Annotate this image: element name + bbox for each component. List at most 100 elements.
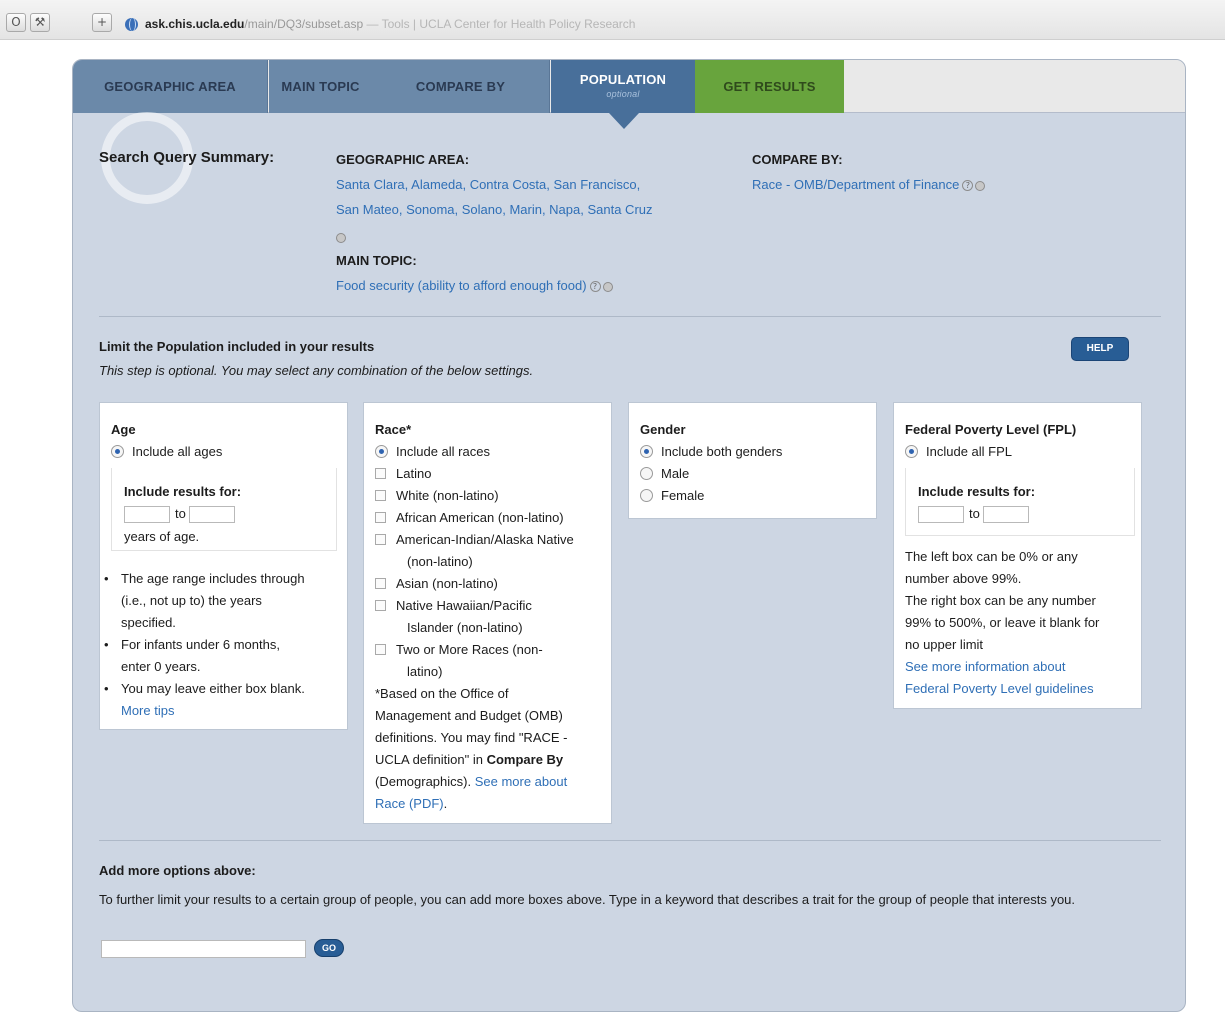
gender-both-option[interactable]: Include both genders: [640, 444, 782, 459]
help-button[interactable]: HELP: [1071, 337, 1129, 361]
tab-compare-by[interactable]: COMPARE BY: [372, 60, 550, 113]
option-label: Asian (non-latino): [396, 576, 498, 591]
query-panel: GEOGRAPHIC AREA MAIN TOPIC COMPARE BY PO…: [72, 59, 1186, 1012]
geo-value-line2[interactable]: San Mateo, Sonoma, Solano, Marin, Napa, …: [336, 197, 653, 222]
option-label: Include both genders: [661, 444, 783, 459]
option-label: Include all ages: [132, 444, 223, 459]
compare-heading: COMPARE BY:: [752, 152, 843, 167]
remove-icon[interactable]: [975, 180, 986, 191]
tip-text: specified.: [121, 615, 176, 630]
keyword-search-input[interactable]: [101, 940, 306, 958]
option-label: Native Hawaiian/Pacific: [396, 598, 532, 613]
main-topic-value[interactable]: Food security (ability to afford enough …: [336, 278, 587, 293]
race-pdf-link[interactable]: Race (PDF): [375, 796, 444, 811]
main-topic-line: Food security (ability to afford enough …: [336, 273, 613, 298]
reader-icon[interactable]: O: [6, 13, 26, 32]
tab-get-results[interactable]: GET RESULTS: [695, 60, 844, 113]
geo-value-line1[interactable]: Santa Clara, Alameda, Contra Costa, San …: [336, 172, 640, 197]
radio-selected[interactable]: [640, 445, 653, 458]
divider: [99, 840, 1161, 841]
race-american-indian-option[interactable]: American-Indian/Alaska Native: [375, 532, 574, 547]
tab-population[interactable]: POPULATION optional: [551, 60, 695, 113]
active-tab-pointer: [609, 113, 639, 129]
tab-main-topic[interactable]: MAIN TOPIC: [269, 60, 372, 113]
race-african-american-option[interactable]: African American (non-latino): [375, 510, 564, 525]
geo-remove-icon[interactable]: [336, 229, 346, 247]
limit-subtitle: This step is optional. You may select an…: [99, 363, 534, 378]
fpl-info-text: The left box can be 0% or any: [905, 549, 1078, 564]
gender-male-option[interactable]: Male: [640, 466, 689, 481]
race-white-option[interactable]: White (non-latino): [375, 488, 499, 503]
tip-text: The age range includes through: [121, 571, 305, 586]
bullet: •: [104, 571, 109, 586]
race-note: Management and Budget (OMB): [375, 708, 563, 723]
age-range-group: Include results for: to years of age.: [111, 468, 337, 551]
checkbox[interactable]: [375, 534, 386, 545]
option-label: White (non-latino): [396, 488, 499, 503]
compare-value[interactable]: Race - OMB/Department of Finance: [752, 177, 959, 192]
fpl-to-input[interactable]: [983, 506, 1029, 523]
wrench-icon[interactable]: ⚒: [30, 13, 50, 32]
checkbox[interactable]: [375, 490, 386, 501]
checkbox[interactable]: [375, 578, 386, 589]
fpl-guidelines-link[interactable]: See more information about: [905, 656, 1065, 678]
fpl-include-all-option[interactable]: Include all FPL: [905, 444, 1012, 459]
race-two-or-more-option[interactable]: Two or More Races (non-: [375, 642, 543, 657]
include-results-label: Include results for:: [124, 484, 242, 499]
include-results-label: Include results for:: [918, 484, 1036, 499]
checkbox[interactable]: [375, 600, 386, 611]
race-box: Race* Include all races Latino White (no…: [363, 402, 612, 824]
checkbox[interactable]: [375, 468, 386, 479]
race-note: definitions. You may find "RACE -: [375, 730, 568, 745]
fpl-info-text: no upper limit: [905, 637, 984, 652]
age-include-all-option[interactable]: Include all ages: [111, 444, 222, 459]
add-tab-icon[interactable]: +: [92, 13, 112, 32]
option-label: Female: [661, 488, 705, 503]
help-icon[interactable]: ?: [589, 281, 601, 293]
radio-selected[interactable]: [111, 445, 124, 458]
address-bar[interactable]: ask.chis.ucla.edu/main/DQ3/subset.asp — …: [145, 17, 635, 31]
gender-box: Gender Include both genders Male Female: [628, 402, 877, 519]
page-title: — Tools | UCLA Center for Health Policy …: [363, 17, 636, 31]
years-of-age-label: years of age.: [124, 529, 200, 544]
race-hawaiian-option[interactable]: Native Hawaiian/Pacific: [375, 598, 532, 613]
globe-icon: [125, 18, 138, 31]
remove-icon[interactable]: [602, 281, 613, 292]
more-tips-link[interactable]: More tips: [121, 700, 174, 722]
race-include-all-option[interactable]: Include all races: [375, 444, 490, 459]
checkbox[interactable]: [375, 512, 386, 523]
age-to-input[interactable]: [189, 506, 235, 523]
see-more-race-link[interactable]: See more about: [475, 774, 568, 789]
checkbox[interactable]: [375, 644, 386, 655]
geo-heading: GEOGRAPHIC AREA:: [336, 152, 470, 167]
age-from-input[interactable]: [124, 506, 170, 523]
tip-text: enter 0 years.: [121, 659, 201, 674]
divider: [99, 316, 1161, 317]
summary-label: Search Query Summary:: [99, 149, 275, 166]
url-host: ask.chis.ucla.edu: [145, 17, 245, 31]
tab-label: COMPARE BY: [415, 79, 506, 94]
tip-text: You may leave either box blank.: [121, 681, 305, 696]
tab-label: GET RESULTS: [723, 79, 816, 94]
option-label-cont: latino): [407, 664, 443, 679]
option-label: Include all races: [396, 444, 490, 459]
tab-geographic-area[interactable]: GEOGRAPHIC AREA: [73, 60, 268, 113]
add-options-title: Add more options above:: [99, 863, 256, 878]
radio[interactable]: [640, 489, 653, 502]
race-note-line: Race (PDF).: [375, 796, 447, 811]
main-topic-heading: MAIN TOPIC:: [336, 253, 417, 268]
fpl-from-input[interactable]: [918, 506, 964, 523]
radio-selected[interactable]: [905, 445, 918, 458]
gender-female-option[interactable]: Female: [640, 488, 704, 503]
race-latino-option[interactable]: Latino: [375, 466, 431, 481]
fpl-guidelines-link[interactable]: Federal Poverty Level guidelines: [905, 678, 1094, 700]
help-icon[interactable]: ?: [962, 180, 974, 192]
radio[interactable]: [640, 467, 653, 480]
go-button[interactable]: GO: [314, 939, 344, 957]
race-asian-option[interactable]: Asian (non-latino): [375, 576, 498, 591]
race-note: .: [443, 796, 448, 811]
compare-by-emphasis: Compare By: [486, 752, 564, 767]
radio-selected[interactable]: [375, 445, 388, 458]
fpl-range-group: Include results for: to: [905, 468, 1135, 536]
tab-label: MAIN TOPIC: [281, 79, 360, 94]
